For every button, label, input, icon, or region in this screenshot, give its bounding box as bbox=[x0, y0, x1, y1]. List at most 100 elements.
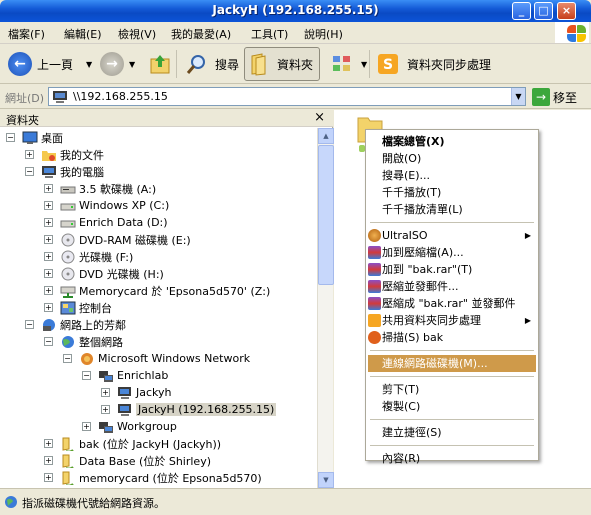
maximize-button[interactable]: □ bbox=[534, 2, 553, 20]
folder-sync-button[interactable]: S 資料夾同步處理 bbox=[373, 47, 495, 81]
expand-icon[interactable]: + bbox=[44, 269, 53, 278]
menu-help[interactable]: 說明(H) bbox=[304, 26, 343, 42]
close-button[interactable]: × bbox=[557, 2, 576, 20]
context-menu-item[interactable]: 壓縮成 "bak.rar" 並發郵件 bbox=[368, 295, 536, 312]
tree-item[interactable]: 光碟機 (F:) bbox=[60, 248, 133, 265]
menu-view[interactable]: 檢視(V) bbox=[118, 26, 156, 42]
context-menu-item[interactable]: 共用資料夾同步處理 ▶ bbox=[368, 312, 536, 329]
context-menu-item[interactable]: 加到 "bak.rar"(T) bbox=[368, 261, 536, 278]
tree-item[interactable]: Workgroup bbox=[98, 418, 177, 435]
forward-button[interactable]: → ▼ bbox=[96, 47, 139, 81]
address-input[interactable]: \\192.168.255.15 ▼ bbox=[48, 87, 526, 106]
tree-item[interactable]: JackyH (192.168.255.15) bbox=[117, 401, 277, 418]
context-menu-item[interactable]: 建立捷徑(S) bbox=[368, 424, 536, 441]
context-menu-item[interactable]: 剪下(T) bbox=[368, 381, 536, 398]
views-dropdown-icon[interactable]: ▼ bbox=[361, 60, 367, 69]
expand-icon[interactable]: + bbox=[44, 439, 53, 448]
expand-icon[interactable]: + bbox=[44, 252, 53, 261]
desktop-icon bbox=[22, 131, 38, 145]
tree-item[interactable]: Windows XP (C:) bbox=[60, 197, 169, 214]
tree-item[interactable]: 3.5 軟碟機 (A:) bbox=[60, 180, 156, 197]
tree-item[interactable]: memorycard (位於 Epsona5d570) bbox=[60, 469, 262, 487]
context-menu-item[interactable]: 搜尋(E)... bbox=[368, 167, 536, 184]
workgroup-icon bbox=[98, 420, 114, 434]
tree-item[interactable]: Memorycard 於 'Epsona5d570' (Z:) bbox=[60, 282, 270, 299]
tree-item[interactable]: DVD 光碟機 (H:) bbox=[60, 265, 164, 282]
context-menu-item[interactable]: 內容(R) bbox=[368, 450, 536, 467]
tree-item[interactable]: Jackyh bbox=[117, 384, 172, 401]
menu-edit[interactable]: 編輯(E) bbox=[64, 26, 102, 42]
context-menu-item[interactable]: 加到壓縮檔(A)... bbox=[368, 244, 536, 261]
collapse-icon[interactable]: − bbox=[25, 320, 34, 329]
scroll-down-icon[interactable]: ▼ bbox=[318, 472, 334, 488]
expand-icon[interactable]: + bbox=[44, 201, 53, 210]
context-menu-item-label: UltraISO bbox=[382, 229, 428, 242]
collapse-icon[interactable]: − bbox=[25, 167, 34, 176]
expand-icon[interactable]: + bbox=[44, 184, 53, 193]
context-menu-item[interactable]: 複製(C) bbox=[368, 398, 536, 415]
expand-icon[interactable]: + bbox=[101, 388, 110, 397]
context-menu-item[interactable]: 千千播放(T) bbox=[368, 184, 536, 201]
tree-item[interactable]: 我的文件 bbox=[41, 146, 104, 163]
collapse-icon[interactable]: − bbox=[82, 371, 91, 380]
tree-item[interactable]: Microsoft Windows Network bbox=[79, 350, 250, 367]
tree-item[interactable]: Enrichlab bbox=[98, 367, 168, 384]
menu-separator bbox=[370, 350, 534, 351]
tree-item[interactable]: 網路上的芳鄰 bbox=[41, 316, 126, 333]
up-folder-button[interactable] bbox=[145, 47, 178, 81]
menu-favorites[interactable]: 我的最愛(A) bbox=[171, 26, 231, 42]
scroll-thumb[interactable] bbox=[318, 145, 334, 285]
tree-item[interactable]: bak (位於 JackyH (Jackyh)) bbox=[60, 435, 221, 453]
tree-item[interactable]: Enrich Data (D:) bbox=[60, 214, 168, 231]
context-menu-item[interactable]: 掃描(S) bak bbox=[368, 329, 536, 346]
expand-icon[interactable]: + bbox=[25, 150, 34, 159]
expand-icon[interactable]: + bbox=[101, 405, 110, 414]
tree-item[interactable]: 桌面 bbox=[22, 129, 63, 146]
tree-item[interactable]: 我的電腦 bbox=[41, 163, 104, 180]
context-menu-item[interactable]: 千千播放清單(L) bbox=[368, 201, 536, 218]
tree-item[interactable]: DVD-RAM 磁碟機 (E:) bbox=[60, 231, 191, 248]
folder-sync-icon: S bbox=[377, 53, 399, 75]
menu-tools[interactable]: 工具(T) bbox=[251, 26, 288, 42]
tree-item[interactable]: 整個網路 bbox=[60, 333, 123, 350]
context-menu-item-label: 加到壓縮檔(A)... bbox=[382, 246, 464, 259]
tree-item[interactable]: 控制台 bbox=[60, 299, 112, 316]
context-menu-item[interactable]: 連線網路磁碟機(M)... bbox=[368, 355, 536, 372]
expand-icon[interactable]: + bbox=[44, 456, 53, 465]
scroll-up-icon[interactable]: ▲ bbox=[318, 128, 334, 144]
folders-icon bbox=[249, 52, 269, 76]
collapse-icon[interactable]: − bbox=[6, 133, 15, 142]
search-icon bbox=[185, 53, 207, 75]
folder-pane-scrollbar[interactable]: ▲ ▼ bbox=[317, 128, 334, 488]
expand-icon[interactable]: + bbox=[44, 303, 53, 312]
context-menu-item[interactable]: 檔案總管(X) bbox=[368, 133, 536, 150]
folder-pane-close-icon[interactable]: × bbox=[314, 110, 325, 125]
collapse-icon[interactable]: − bbox=[44, 337, 53, 346]
title-bar[interactable]: JackyH (192.168.255.15) _ □ × bbox=[0, 0, 591, 22]
expand-icon[interactable]: + bbox=[44, 218, 53, 227]
address-dropdown-icon[interactable]: ▼ bbox=[511, 88, 525, 105]
expand-icon[interactable]: + bbox=[82, 422, 91, 431]
context-menu-item[interactable]: 開啟(O) bbox=[368, 150, 536, 167]
context-menu-item[interactable]: 壓縮並發郵件... bbox=[368, 278, 536, 295]
views-button[interactable]: ▼ bbox=[327, 47, 371, 81]
context-menu-item[interactable]: UltraISO ▶ bbox=[368, 227, 536, 244]
folders-button[interactable]: 資料夾 bbox=[244, 47, 320, 81]
menu-file[interactable]: 檔案(F) bbox=[8, 26, 45, 42]
tree-item[interactable]: Data Base (位於 Shirley) bbox=[60, 452, 211, 470]
svg-text:S: S bbox=[383, 57, 393, 73]
expand-icon[interactable]: + bbox=[44, 473, 53, 482]
go-button[interactable]: → 移至 bbox=[532, 88, 577, 106]
back-dropdown-icon[interactable]: ▼ bbox=[86, 60, 92, 69]
search-button[interactable]: 搜尋 bbox=[181, 47, 243, 81]
expand-icon[interactable]: + bbox=[44, 286, 53, 295]
folder-pane-title: 資料夾 bbox=[6, 114, 39, 127]
cd-drive-icon bbox=[60, 250, 76, 264]
back-button[interactable]: ← 上一頁 ▼ bbox=[4, 47, 96, 81]
tree-item-label: Memorycard 於 'Epsona5d570' (Z:) bbox=[79, 284, 271, 298]
hard-drive-icon bbox=[60, 199, 76, 213]
forward-dropdown-icon[interactable]: ▼ bbox=[129, 60, 135, 69]
expand-icon[interactable]: + bbox=[44, 235, 53, 244]
collapse-icon[interactable]: − bbox=[63, 354, 72, 363]
minimize-button[interactable]: _ bbox=[512, 2, 531, 20]
